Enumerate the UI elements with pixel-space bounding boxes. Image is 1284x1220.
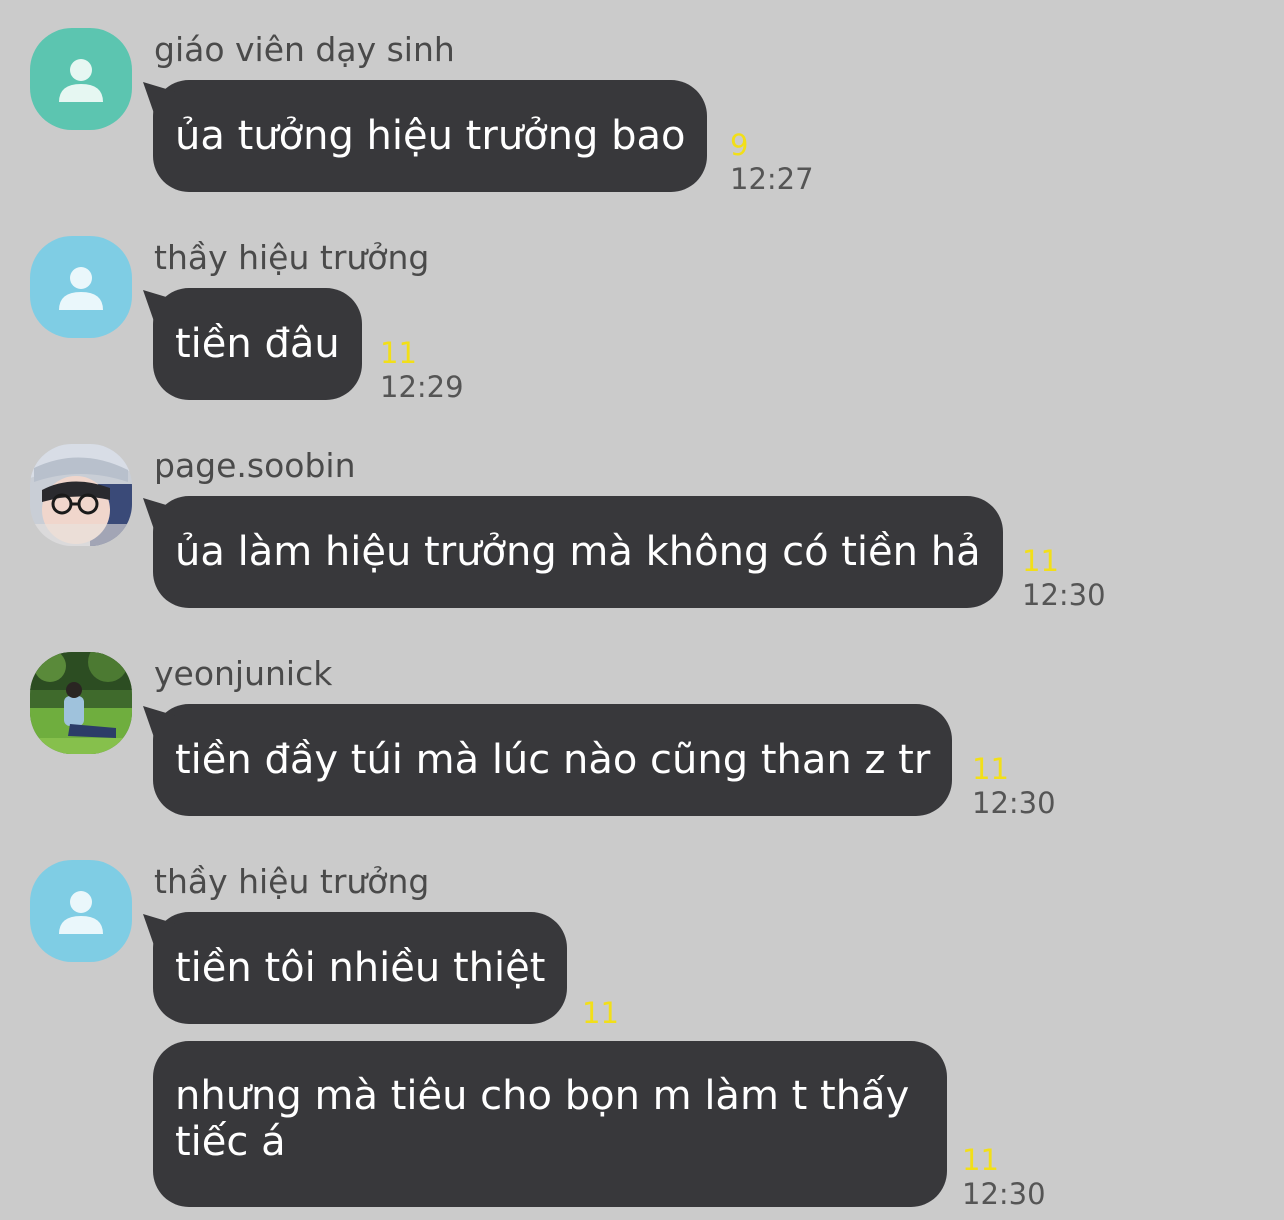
sender-avatar[interactable] — [30, 444, 132, 546]
unread-count: 11 — [962, 1143, 999, 1177]
timestamp: 12:27 — [730, 162, 814, 196]
message-bubble[interactable]: nhưng mà tiêu cho bọn m làm t thấy tiếc … — [153, 1041, 947, 1207]
message-text: ủa tưởng hiệu trưởng bao — [175, 113, 686, 159]
message-text: tiền tôi nhiều thiệt — [175, 945, 546, 991]
unread-count: 11 — [1022, 544, 1059, 578]
sender-avatar[interactable] — [30, 860, 132, 962]
message-meta: 11 12:30 — [1022, 544, 1106, 612]
message-meta: 9 12:27 — [730, 128, 814, 196]
person-icon — [30, 860, 132, 962]
profile-photo-icon — [30, 652, 132, 754]
unread-count: 11 — [972, 752, 1009, 786]
message-text: tiền đầy túi mà lúc nào cũng than z tr — [175, 737, 931, 783]
message-meta: 11 12:30 — [962, 1143, 1046, 1211]
timestamp: 12:30 — [972, 786, 1056, 820]
message-bubble[interactable]: tiền tôi nhiều thiệt — [153, 912, 568, 1024]
message-bubble[interactable]: ủa tưởng hiệu trưởng bao — [153, 80, 708, 192]
message-text: tiền đâu — [175, 321, 340, 367]
sender-avatar[interactable] — [30, 28, 132, 130]
unread-count: 11 — [380, 336, 417, 370]
chat-window: giáo viên dạy sinh ủa tưởng hiệu trưởng … — [0, 0, 1284, 1220]
message-bubble[interactable]: tiền đầy túi mà lúc nào cũng than z tr — [153, 704, 953, 816]
sender-name: yeonjunick — [154, 654, 333, 693]
message-bubble[interactable]: ủa làm hiệu trưởng mà không có tiền hả — [153, 496, 1003, 608]
sender-name: thầy hiệu trưởng — [154, 238, 430, 277]
sender-name: thầy hiệu trưởng — [154, 862, 430, 901]
message-text: ủa làm hiệu trưởng mà không có tiền hả — [175, 529, 981, 575]
message-text: nhưng mà tiêu cho bọn m làm t thấy tiếc … — [175, 1073, 910, 1165]
profile-photo-icon — [30, 444, 132, 546]
sender-name: giáo viên dạy sinh — [154, 30, 455, 69]
message-meta: 11 — [582, 996, 619, 1030]
sender-name: page.soobin — [154, 446, 356, 485]
unread-count: 11 — [582, 996, 619, 1030]
person-icon — [30, 236, 132, 338]
message-meta: 11 12:30 — [972, 752, 1056, 820]
sender-avatar[interactable] — [30, 236, 132, 338]
message-meta: 11 12:29 — [380, 336, 464, 404]
message-bubble[interactable]: tiền đâu — [153, 288, 362, 400]
timestamp: 12:29 — [380, 370, 464, 404]
sender-avatar[interactable] — [30, 652, 132, 754]
timestamp: 12:30 — [1022, 578, 1106, 612]
person-icon — [30, 28, 132, 130]
unread-count: 9 — [730, 128, 749, 162]
timestamp: 12:30 — [962, 1177, 1046, 1211]
